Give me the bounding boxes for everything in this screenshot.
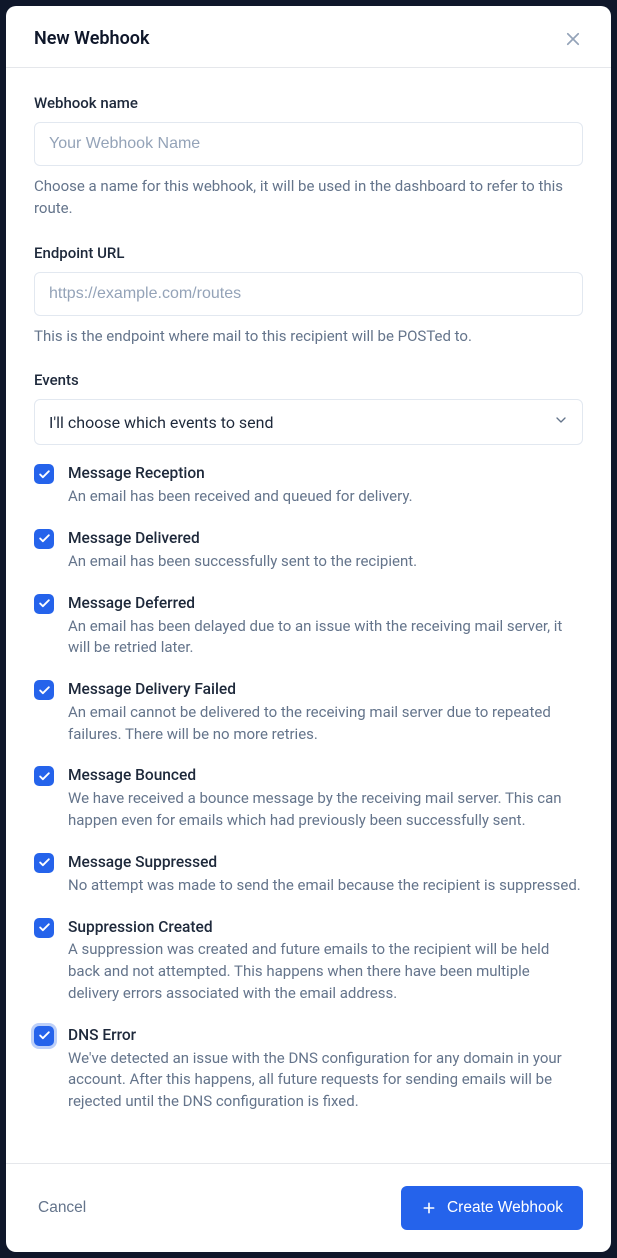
endpoint-url-label: Endpoint URL — [34, 244, 583, 262]
event-desc: We have received a bounce message by the… — [68, 788, 583, 832]
event-item: DNS ErrorWe've detected an issue with th… — [34, 1025, 583, 1113]
event-text: Message Delivery FailedAn email cannot b… — [68, 679, 583, 745]
events-select-value: I'll choose which events to send — [34, 399, 583, 445]
event-text: Message BouncedWe have received a bounce… — [68, 765, 583, 831]
event-item: Message SuppressedNo attempt was made to… — [34, 852, 583, 897]
webhook-name-helper: Choose a name for this webhook, it will … — [34, 176, 583, 220]
event-text: DNS ErrorWe've detected an issue with th… — [68, 1025, 583, 1113]
modal-header: New Webhook — [6, 6, 611, 68]
event-checkbox[interactable] — [34, 464, 54, 484]
plus-icon — [421, 1200, 437, 1216]
event-title: Message Delivered — [68, 528, 583, 549]
cancel-button[interactable]: Cancel — [34, 1191, 90, 1225]
event-checkbox[interactable] — [34, 766, 54, 786]
event-desc: An email cannot be delivered to the rece… — [68, 702, 583, 746]
endpoint-url-group: Endpoint URL This is the endpoint where … — [34, 244, 583, 348]
event-title: Suppression Created — [68, 917, 583, 938]
modal-body: Webhook name Choose a name for this webh… — [6, 68, 611, 1163]
event-title: Message Deferred — [68, 593, 583, 614]
event-text: Message DeliveredAn email has been succe… — [68, 528, 583, 573]
event-text: Message ReceptionAn email has been recei… — [68, 463, 583, 508]
event-item: Message DeferredAn email has been delaye… — [34, 593, 583, 659]
event-desc: A suppression was created and future ema… — [68, 939, 583, 1004]
events-select[interactable]: I'll choose which events to send — [34, 399, 583, 445]
event-item: Message DeliveredAn email has been succe… — [34, 528, 583, 573]
new-webhook-modal: New Webhook Webhook name Choose a name f… — [6, 6, 611, 1252]
event-checkbox[interactable] — [34, 1026, 54, 1046]
create-webhook-button[interactable]: Create Webhook — [401, 1186, 583, 1230]
modal-footer: Cancel Create Webhook — [6, 1163, 611, 1252]
event-checkbox[interactable] — [34, 853, 54, 873]
event-desc: An email has been successfully sent to t… — [68, 551, 583, 573]
event-desc: An email has been delayed due to an issu… — [68, 616, 583, 660]
event-checkbox[interactable] — [34, 680, 54, 700]
webhook-name-group: Webhook name Choose a name for this webh… — [34, 94, 583, 220]
close-icon[interactable] — [563, 29, 583, 49]
modal-title: New Webhook — [34, 28, 149, 49]
webhook-name-label: Webhook name — [34, 94, 583, 112]
event-desc: An email has been received and queued fo… — [68, 486, 583, 508]
event-checkbox[interactable] — [34, 529, 54, 549]
events-list: Message ReceptionAn email has been recei… — [34, 463, 583, 1113]
event-item: Suppression CreatedA suppression was cre… — [34, 917, 583, 1005]
events-group: Events I'll choose which events to send … — [34, 371, 583, 1113]
event-title: Message Suppressed — [68, 852, 583, 873]
event-title: Message Delivery Failed — [68, 679, 583, 700]
event-checkbox[interactable] — [34, 918, 54, 938]
event-checkbox[interactable] — [34, 594, 54, 614]
webhook-name-input[interactable] — [34, 122, 583, 166]
create-webhook-label: Create Webhook — [447, 1199, 563, 1217]
event-desc: We've detected an issue with the DNS con… — [68, 1048, 583, 1113]
event-title: Message Bounced — [68, 765, 583, 786]
events-label: Events — [34, 371, 583, 389]
event-title: Message Reception — [68, 463, 583, 484]
event-desc: No attempt was made to send the email be… — [68, 875, 583, 897]
event-title: DNS Error — [68, 1025, 583, 1046]
event-item: Message ReceptionAn email has been recei… — [34, 463, 583, 508]
event-text: Message DeferredAn email has been delaye… — [68, 593, 583, 659]
event-item: Message BouncedWe have received a bounce… — [34, 765, 583, 831]
endpoint-url-input[interactable] — [34, 272, 583, 316]
event-text: Suppression CreatedA suppression was cre… — [68, 917, 583, 1005]
event-text: Message SuppressedNo attempt was made to… — [68, 852, 583, 897]
event-item: Message Delivery FailedAn email cannot b… — [34, 679, 583, 745]
endpoint-url-helper: This is the endpoint where mail to this … — [34, 326, 583, 348]
